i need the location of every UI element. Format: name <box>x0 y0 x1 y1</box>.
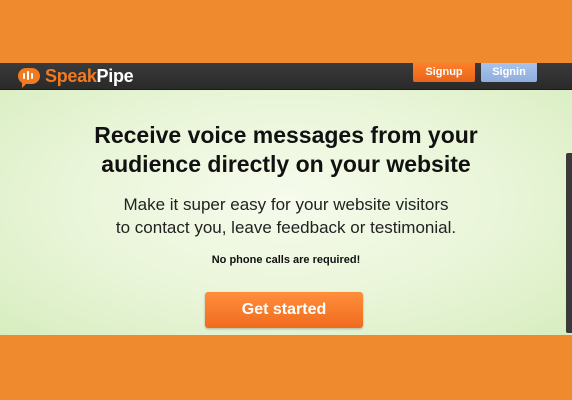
hero-subheadline-line-1: Make it super easy for your website visi… <box>123 195 449 214</box>
screenshot-frame: SpeakPipe Signup Signin Receive voice me… <box>0 0 572 400</box>
website-viewport: SpeakPipe Signup Signin Receive voice me… <box>0 63 572 335</box>
side-feedback-tab[interactable] <box>566 153 572 333</box>
no-phone-calls-note: No phone calls are required! <box>211 254 361 266</box>
hero-subheadline-line-2: to contact you, leave feedback or testim… <box>115 218 457 237</box>
logo-wordmark: SpeakPipe <box>45 66 134 86</box>
signup-button[interactable]: Signup <box>413 63 475 82</box>
speakpipe-logo[interactable]: SpeakPipe <box>18 66 134 88</box>
top-navigation-bar: SpeakPipe Signup Signin <box>0 63 572 90</box>
speech-bubble-soundwave-icon <box>18 68 40 88</box>
logo-word-pipe: Pipe <box>96 66 134 86</box>
logo-word-speak: Speak <box>45 66 97 86</box>
hero-headline: Receive voice messages from your audienc… <box>0 121 572 179</box>
hero-headline-line-2: audience directly on your website <box>101 151 471 177</box>
get-started-button[interactable]: Get started <box>205 292 363 328</box>
hero-headline-line-1: Receive voice messages from your <box>94 122 478 148</box>
signin-button[interactable]: Signin <box>481 63 537 82</box>
hero-subheadline: Make it super easy for your website visi… <box>0 193 572 239</box>
hero-section: Receive voice messages from your audienc… <box>0 90 572 335</box>
